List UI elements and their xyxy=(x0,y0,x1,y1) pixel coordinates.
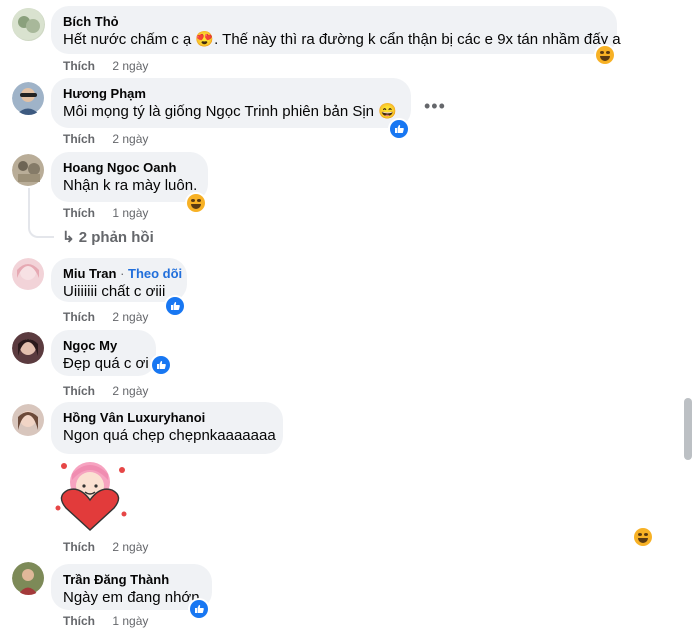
avatar[interactable] xyxy=(12,404,45,437)
comment-author[interactable]: Hương Phạm xyxy=(63,86,399,102)
comment-actions: Thích 1 ngày xyxy=(63,614,148,628)
comment-bubble: Hương Phạm Môi mọng tý là giống Ngọc Tri… xyxy=(51,78,411,128)
comment-time[interactable]: 1 ngày xyxy=(112,614,148,628)
view-replies-link[interactable]: ↳ 2 phản hồi xyxy=(62,228,154,246)
more-options-icon[interactable]: ••• xyxy=(424,96,446,117)
comment-actions: Thích 2 ngày xyxy=(63,310,148,324)
avatar[interactable] xyxy=(12,258,45,291)
comment-time[interactable]: 2 ngày xyxy=(112,540,148,554)
comment-bubble: Bích Thỏ Hết nước chấm c ạ 😍. Thế này th… xyxy=(51,6,621,54)
comment-item: Hồng Vân Luxuryhanoi Ngon quá chẹp chẹpn… xyxy=(0,402,680,554)
comment-item: Hoang Ngoc Oanh Nhận k ra mày luôn. Thíc… xyxy=(0,150,680,220)
comment-item: Bích Thỏ Hết nước chấm c ạ 😍. Thế này th… xyxy=(0,0,680,73)
comment-item: Miu Tran · Theo dõi Uiiiiiii chất c ơiii… xyxy=(0,256,680,326)
haha-reaction-icon[interactable] xyxy=(634,528,652,546)
comment-text: Đẹp quá c ơi xyxy=(63,355,149,372)
like-link[interactable]: Thích xyxy=(63,132,95,146)
comment-author[interactable]: Hồng Vân Luxuryhanoi xyxy=(63,410,271,426)
haha-reaction-icon[interactable] xyxy=(187,194,205,212)
comment-item: Hương Phạm Môi mọng tý là giống Ngọc Tri… xyxy=(0,76,680,146)
sticker-image xyxy=(52,456,130,534)
thread-connector xyxy=(28,188,54,238)
like-reaction-icon[interactable] xyxy=(390,120,408,138)
comment-time[interactable]: 2 ngày xyxy=(112,384,148,398)
comment-author[interactable]: Bích Thỏ xyxy=(63,14,605,30)
comment-bubble: Trần Đăng Thành Ngày em đang nhớn xyxy=(51,564,212,610)
comment-author[interactable]: Miu Tran · Theo dõi xyxy=(63,266,182,282)
haha-reaction-icon[interactable] xyxy=(596,46,614,64)
comment-actions: Thích 2 ngày xyxy=(63,540,148,554)
comment-bubble: Hồng Vân Luxuryhanoi Ngon quá chẹp chẹpn… xyxy=(51,402,283,454)
comment-author[interactable]: Hoang Ngoc Oanh xyxy=(63,160,196,176)
comment-actions: Thích 2 ngày xyxy=(63,384,148,398)
comment-text: Ngon quá chẹp chẹpnkaaaaaaa xyxy=(63,427,276,444)
like-link[interactable]: Thích xyxy=(63,384,95,398)
like-link[interactable]: Thích xyxy=(63,206,95,220)
avatar[interactable] xyxy=(12,8,45,41)
avatar[interactable] xyxy=(12,562,45,595)
comment-time[interactable]: 1 ngày xyxy=(112,206,148,220)
comment-actions: Thích 2 ngày xyxy=(63,132,148,146)
comment-actions: Thích 2 ngày xyxy=(63,59,148,73)
comment-time[interactable]: 2 ngày xyxy=(112,59,148,73)
avatar[interactable] xyxy=(12,154,45,187)
like-link[interactable]: Thích xyxy=(63,310,95,324)
comment-text: Hết nước chấm c ạ 😍. Thế này thì ra đườn… xyxy=(63,31,621,48)
follow-link[interactable]: Theo dõi xyxy=(128,266,182,281)
comment-time[interactable]: 2 ngày xyxy=(112,132,148,146)
scrollbar[interactable] xyxy=(684,398,692,460)
like-reaction-icon[interactable] xyxy=(152,356,170,374)
like-reaction-icon[interactable] xyxy=(166,297,184,315)
like-link[interactable]: Thích xyxy=(63,59,95,73)
avatar[interactable] xyxy=(12,332,45,365)
comment-bubble: Miu Tran · Theo dõi Uiiiiiii chất c ơiii xyxy=(51,258,187,302)
comment-bubble: Hoang Ngoc Oanh Nhận k ra mày luôn. xyxy=(51,152,208,202)
comment-item: Ngọc My Đẹp quá c ơi Thích 2 ngày xyxy=(0,330,680,400)
comment-text: Uiiiiiii chất c ơiii xyxy=(63,283,166,300)
like-reaction-icon[interactable] xyxy=(190,600,208,618)
author-name[interactable]: Miu Tran xyxy=(63,266,116,281)
comment-author[interactable]: Ngọc My xyxy=(63,338,144,354)
comment-item: Trần Đăng Thành Ngày em đang nhớn Thích … xyxy=(0,562,680,636)
like-link[interactable]: Thích xyxy=(63,540,95,554)
comment-time[interactable]: 2 ngày xyxy=(112,310,148,324)
comment-text: Nhận k ra mày luôn. xyxy=(63,177,198,194)
comment-text: Môi mọng tý là giống Ngọc Trinh phiên bả… xyxy=(63,103,397,120)
comment-text: Ngày em đang nhớn xyxy=(63,589,200,606)
comment-actions: Thích 1 ngày xyxy=(63,206,148,220)
comment-bubble: Ngọc My Đẹp quá c ơi xyxy=(51,330,156,376)
avatar[interactable] xyxy=(12,82,45,115)
like-link[interactable]: Thích xyxy=(63,614,95,628)
comment-author[interactable]: Trần Đăng Thành xyxy=(63,572,200,588)
